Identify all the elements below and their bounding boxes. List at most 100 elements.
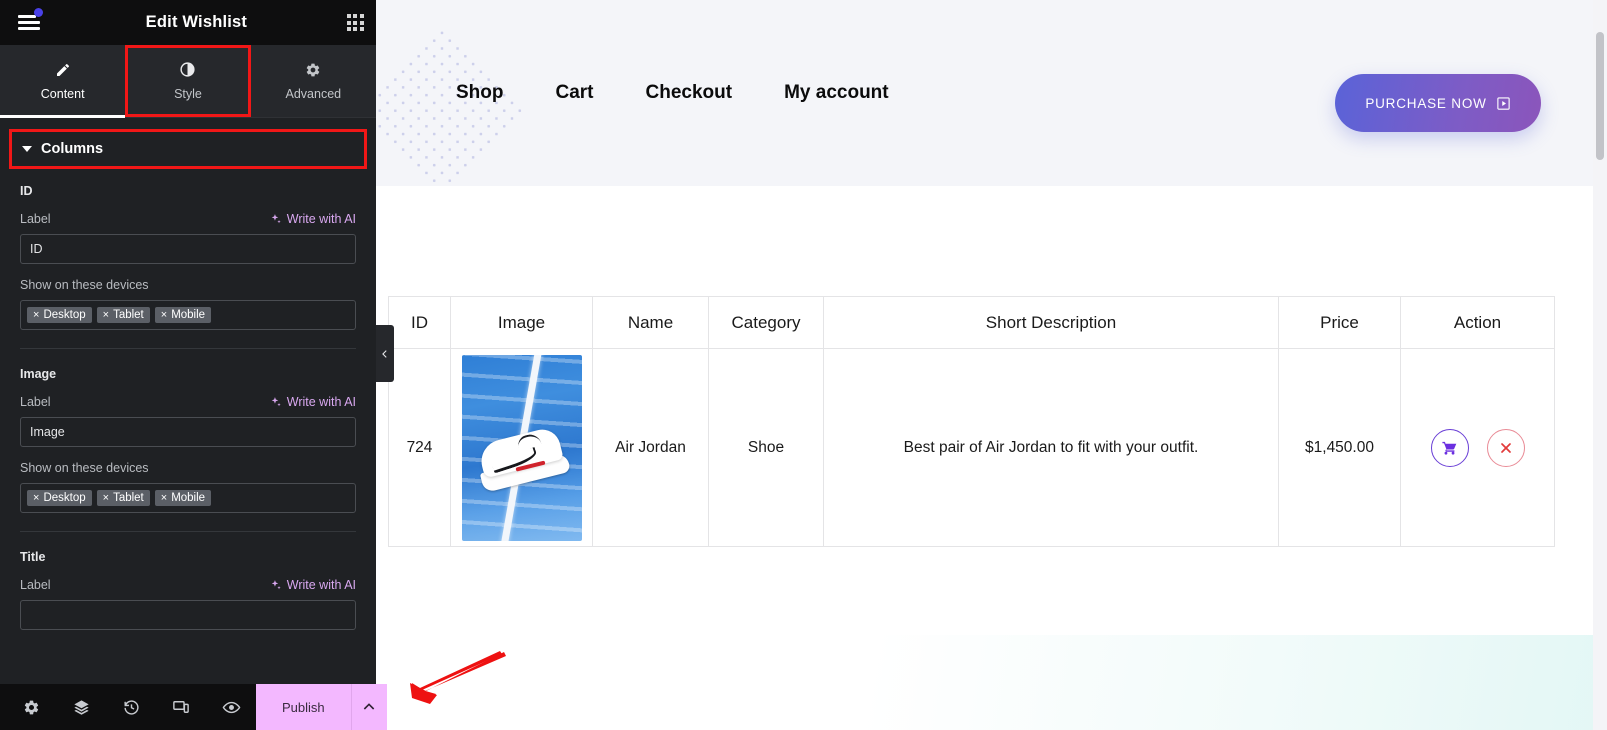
tab-style[interactable]: Style <box>125 45 251 117</box>
chip-remove-icon[interactable]: × <box>103 309 109 321</box>
product-image <box>461 354 582 541</box>
id-devices-chips[interactable]: × Desktop × Tablet × Mobile <box>20 300 356 330</box>
divider <box>20 531 356 532</box>
history-icon[interactable] <box>106 684 156 730</box>
cell-category: Shoe <box>708 348 824 547</box>
sparkle-icon <box>269 579 282 592</box>
cell-price: $1,450.00 <box>1278 348 1401 547</box>
chip-label: Tablet <box>113 309 144 321</box>
canvas-body: ID Image Name Category Short Description… <box>376 186 1607 730</box>
chip-label: Mobile <box>171 492 206 504</box>
sneaker-graphic <box>472 419 572 495</box>
section-columns-label: Columns <box>41 141 104 157</box>
image-label-input[interactable] <box>20 417 356 447</box>
write-with-ai-label-title: Write with AI <box>286 578 356 592</box>
responsive-device-icon[interactable] <box>156 684 206 730</box>
id-label-input[interactable] <box>20 234 356 264</box>
scrollbar-thumb[interactable] <box>1596 32 1604 160</box>
canvas-vertical-scrollbar[interactable] <box>1593 0 1607 730</box>
title-label-caption: Label <box>20 578 51 592</box>
image-devices-caption: Show on these devices <box>20 461 149 475</box>
purchase-now-label: PURCHASE NOW <box>1365 95 1487 111</box>
tab-style-label: Style <box>174 87 202 101</box>
image-label-caption: Label <box>20 395 51 409</box>
chip-remove-icon[interactable]: × <box>33 492 39 504</box>
site-nav: Shop Cart Checkout My account <box>456 82 889 104</box>
chip-remove-icon[interactable]: × <box>103 492 109 504</box>
publish-button[interactable]: Publish <box>256 684 351 730</box>
chip-remove-icon[interactable]: × <box>161 309 167 321</box>
publish-group: Publish <box>256 684 387 730</box>
chip-label: Mobile <box>171 309 206 321</box>
contrast-icon <box>179 61 196 78</box>
chip-tablet-image[interactable]: × Tablet <box>96 490 150 506</box>
publish-options-chevron-up-icon[interactable] <box>350 684 387 730</box>
chip-desktop-image[interactable]: × Desktop <box>27 490 92 506</box>
id-devices-caption: Show on these devices <box>20 278 149 292</box>
sparkle-icon <box>269 213 282 226</box>
section-columns[interactable]: Columns <box>9 129 367 169</box>
chip-remove-icon[interactable]: × <box>161 492 167 504</box>
pencil-icon <box>55 61 71 78</box>
write-with-ai-link-id[interactable]: Write with AI <box>269 212 356 226</box>
divider <box>20 348 356 349</box>
title-label-row: Label Write with AI <box>20 578 356 592</box>
id-label-row: Label Write with AI <box>20 212 356 226</box>
navigator-layers-icon[interactable] <box>56 684 106 730</box>
write-with-ai-link-title[interactable]: Write with AI <box>269 578 356 592</box>
panel-tabs: Content Style Advanced <box>0 45 376 118</box>
chip-label: Tablet <box>113 492 144 504</box>
notification-dot <box>34 7 43 17</box>
settings-gear-icon[interactable] <box>6 684 56 730</box>
field-group-title-title: Title <box>20 550 46 564</box>
chip-tablet-id[interactable]: × Tablet <box>96 307 150 323</box>
nav-link-cart[interactable]: Cart <box>556 82 594 104</box>
purchase-now-button[interactable]: PURCHASE NOW <box>1335 74 1541 132</box>
cell-id: 724 <box>388 348 451 547</box>
field-group-image-title: Image <box>20 367 57 381</box>
chip-mobile-image[interactable]: × Mobile <box>154 490 212 506</box>
image-devices-chips[interactable]: × Desktop × Tablet × Mobile <box>20 483 356 513</box>
col-header-category: Category <box>708 296 824 349</box>
title-label-input[interactable] <box>20 600 356 630</box>
hamburger-menu-button[interactable] <box>12 6 46 40</box>
remove-icon[interactable] <box>1486 428 1525 467</box>
editor-panel: Edit Wishlist Content Style Advanced Col… <box>0 0 387 730</box>
grid-apps-icon[interactable] <box>346 13 364 32</box>
elementor-editor: Edit Wishlist Content Style Advanced Col… <box>0 0 1607 730</box>
chip-mobile-id[interactable]: × Mobile <box>154 307 212 323</box>
preview-eye-icon[interactable] <box>206 684 256 730</box>
col-header-name: Name <box>592 296 709 349</box>
cell-name: Air Jordan <box>592 348 709 547</box>
site-header: Shop Cart Checkout My account PURCHASE N… <box>376 0 1607 195</box>
add-to-cart-icon[interactable] <box>1430 428 1469 467</box>
panel-collapse-handle[interactable] <box>376 325 394 382</box>
col-header-action: Action <box>1400 296 1555 349</box>
table-header-row: ID Image Name Category Short Description… <box>388 296 1555 349</box>
tab-advanced[interactable]: Advanced <box>251 45 376 117</box>
chip-remove-icon[interactable]: × <box>33 309 39 321</box>
hamburger-icon <box>18 15 40 30</box>
cell-short-description: Best pair of Air Jordan to fit with your… <box>823 348 1279 547</box>
cell-image <box>450 348 593 547</box>
site-footer-strip <box>376 635 1607 730</box>
chevron-down-icon <box>22 146 32 152</box>
col-header-short-description: Short Description <box>823 296 1279 349</box>
page-title: Edit Wishlist <box>145 13 248 31</box>
nav-link-checkout[interactable]: Checkout <box>646 82 733 104</box>
table-row: 724 Air Jordan Shoe Best pair of Air Jor… <box>388 348 1555 547</box>
wishlist-table-wrap: ID Image Name Category Short Description… <box>376 186 1607 547</box>
sparkle-icon <box>269 396 282 409</box>
write-with-ai-label-id: Write with AI <box>286 212 356 226</box>
chip-desktop-id[interactable]: × Desktop <box>27 307 92 323</box>
nav-link-shop[interactable]: Shop <box>456 82 504 104</box>
image-label-row: Label Write with AI <box>20 395 356 409</box>
chip-label: Desktop <box>43 492 86 504</box>
tab-content[interactable]: Content <box>0 45 126 118</box>
preview-canvas: Shop Cart Checkout My account PURCHASE N… <box>376 0 1607 730</box>
write-with-ai-link-image[interactable]: Write with AI <box>269 395 356 409</box>
col-header-price: Price <box>1278 296 1401 349</box>
row-action-buttons <box>1401 428 1554 467</box>
nav-link-my-account[interactable]: My account <box>784 82 889 104</box>
field-group-title: Title Label Write with AI <box>20 550 356 630</box>
